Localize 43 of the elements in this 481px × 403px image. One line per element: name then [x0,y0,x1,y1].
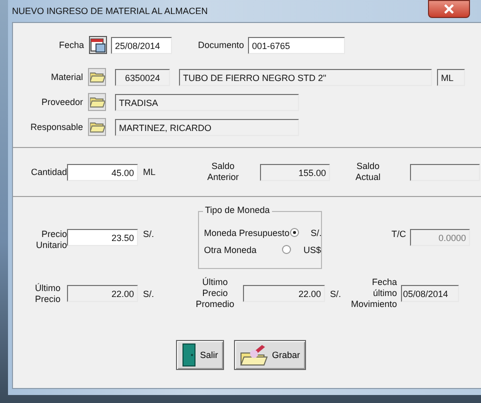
radio-button[interactable] [290,228,299,237]
currency-label: S/. [310,228,322,238]
field-label: Último Precio [34,282,62,304]
field-label: Cantidad [30,166,67,178]
field-label: Documento [196,40,244,50]
document-field[interactable]: 001-6765 [248,36,345,54]
field-label: Saldo Anterior [206,161,240,183]
field-label: Último Precio Promedio [194,277,236,310]
window-title: NUEVO INGRESO DE MATERIAL AL ALMACEN [12,6,208,16]
field-label: Fecha [58,40,84,50]
field-label: Proveedor [40,96,83,108]
folder-icon[interactable] [88,118,106,136]
last-price-field: 22.00 [67,285,138,302]
currency-label: S/. [142,229,156,239]
option-label: Moneda Presupuesto [204,228,290,238]
close-icon [443,4,455,14]
average-price-field: 22.00 [243,285,325,302]
folder-icon[interactable] [88,68,106,86]
currency-label: US$ [303,244,321,254]
field-label: Responsable [29,122,83,132]
save-button[interactable]: Grabar [234,340,306,370]
field-label: Material [50,72,83,82]
field-label: Fecha último Movimiento [350,277,397,310]
currency-label: S/. [142,288,156,298]
field-label: T/C [390,229,406,240]
field-label: Saldo Actual [354,161,382,183]
quantity-field[interactable]: 45.00 [67,164,138,180]
date-field[interactable]: 25/08/2014 [111,36,172,54]
unit-label: ML [142,167,157,177]
folder-icon [240,343,268,367]
close-button[interactable] [428,0,470,18]
folder-icon[interactable] [88,93,106,111]
door-icon [182,343,196,367]
exit-button[interactable]: Salir [176,340,224,370]
group-title: Tipo de Moneda [203,205,272,215]
currency-label: S/. [329,288,342,298]
balance-field: 155.00 [260,164,330,180]
last-movement-date-field: 05/08/2014 [401,285,459,302]
field-label: Precio Unitario [34,229,67,251]
unit-price-field[interactable]: 23.50 [67,229,138,246]
option-label: Otra Moneda [204,244,258,254]
radio-button[interactable] [282,245,292,254]
calendar-icon[interactable] [89,36,107,54]
